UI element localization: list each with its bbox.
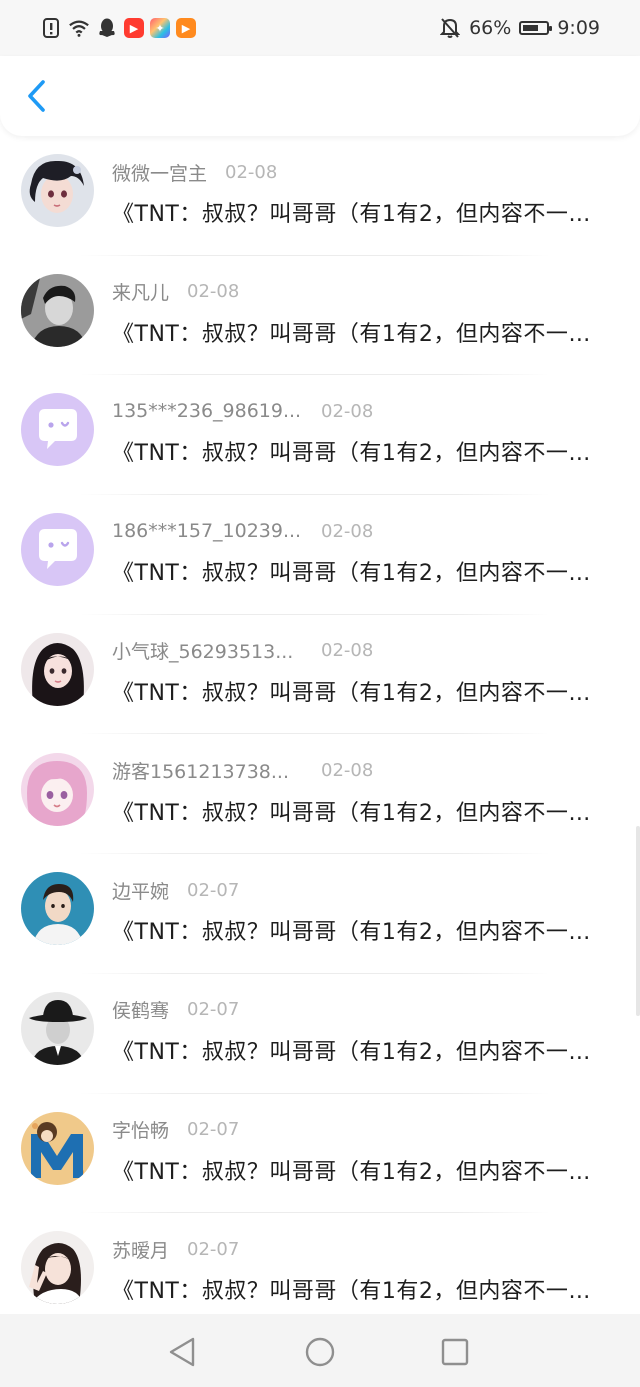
comment-date: 02-07: [187, 999, 240, 1021]
back-button[interactable]: [18, 76, 54, 116]
header: [0, 56, 640, 136]
clock: 9:09: [557, 17, 600, 39]
username[interactable]: 侯鹤骞: [112, 996, 169, 1023]
comment-date: 02-08: [187, 281, 240, 303]
comment-meta: 边平婉 02-07: [112, 876, 239, 904]
user-avatar[interactable]: [21, 632, 94, 706]
status-bar-right: 66% 9:09: [439, 14, 600, 42]
comment-text[interactable]: 《TNT：叔叔？叫哥哥（有1有2，但内容不一样）》: [112, 1034, 612, 1066]
comment-row[interactable]: 字怡畅 02-07 《TNT：叔叔？叫哥哥（有1有2，但内容不一样）》: [0, 1094, 640, 1214]
comment-date: 02-08: [225, 161, 278, 183]
comment-meta: 侯鹤骞 02-07: [112, 996, 239, 1024]
username[interactable]: 苏暧月: [112, 1236, 169, 1263]
comment-date: 02-07: [187, 1238, 240, 1260]
username[interactable]: 135***236_98619...: [112, 400, 301, 422]
comment-row[interactable]: 苏暧月 02-07 《TNT：叔叔？叫哥哥（有1有2，但内容不一样）》: [0, 1213, 640, 1314]
username[interactable]: 186***157_10239...: [112, 520, 301, 542]
user-avatar[interactable]: [21, 1231, 94, 1305]
app-icon-red: ▶: [124, 18, 144, 38]
comment-text[interactable]: 《TNT：叔叔？叫哥哥（有1有2，但内容不一样）》: [112, 795, 612, 827]
nav-back-button[interactable]: [164, 1334, 200, 1370]
battery-level: [523, 25, 538, 31]
comment-meta: 苏暧月 02-07: [112, 1235, 239, 1263]
comment-text[interactable]: 《TNT：叔叔？叫哥哥（有1有2，但内容不一样）》: [112, 196, 612, 228]
status-bar-left: ▶ ✦ ▶: [40, 14, 196, 42]
comment-date: 02-07: [187, 879, 240, 901]
triangle-back-icon: [169, 1337, 195, 1367]
system-nav-bar: [0, 1314, 640, 1387]
app-icon-multicolor: ✦: [150, 18, 170, 38]
scrollbar[interactable]: [636, 826, 640, 1016]
user-avatar[interactable]: [21, 752, 94, 826]
user-avatar[interactable]: [21, 991, 94, 1065]
wifi-icon: [68, 17, 90, 39]
user-avatar[interactable]: [21, 154, 94, 227]
comment-row[interactable]: 边平婉 02-07 《TNT：叔叔？叫哥哥（有1有2，但内容不一样）》: [0, 854, 640, 974]
comment-row[interactable]: 侯鹤骞 02-07 《TNT：叔叔？叫哥哥（有1有2，但内容不一样）》: [0, 974, 640, 1094]
comment-date: 02-08: [321, 640, 374, 662]
comment-meta: 135***236_98619... 02-08: [112, 397, 373, 425]
comment-text[interactable]: 《TNT：叔叔？叫哥哥（有1有2，但内容不一样）》: [112, 555, 612, 587]
comment-text[interactable]: 《TNT：叔叔？叫哥哥（有1有2，但内容不一样）》: [112, 1273, 612, 1305]
comment-list[interactable]: 微微一宫主 02-08 《TNT：叔叔？叫哥哥（有1有2，但内容不一样）》 来凡儿 02…: [0, 136, 640, 1314]
nav-recents-button[interactable]: [437, 1334, 473, 1370]
comment-row[interactable]: 小气球_56293513... 02-08 《TNT：叔叔？叫哥哥（有1有2，但内容…: [0, 615, 640, 735]
comment-text[interactable]: 《TNT：叔叔？叫哥哥（有1有2，但内容不一样）》: [112, 675, 612, 707]
user-avatar[interactable]: [21, 872, 94, 946]
comment-date: 02-08: [321, 520, 374, 542]
comment-text[interactable]: 《TNT：叔叔？叫哥哥（有1有2，但内容不一样）》: [112, 316, 612, 348]
comment-meta: 来凡儿 02-08: [112, 278, 239, 306]
alert-icon: [40, 17, 62, 39]
battery-percent: 66%: [469, 17, 512, 39]
username[interactable]: 微微一宫主: [112, 159, 207, 186]
comment-date: 02-08: [321, 400, 374, 422]
comment-meta: 字怡畅 02-07: [112, 1116, 239, 1144]
user-avatar[interactable]: [21, 513, 94, 587]
comment-meta: 186***157_10239... 02-08: [112, 517, 373, 545]
user-avatar[interactable]: [21, 393, 94, 467]
app-icon-orange-play: ▶: [176, 18, 196, 38]
username[interactable]: 小气球_56293513...: [112, 637, 293, 664]
comment-row[interactable]: 微微一宫主 02-08 《TNT：叔叔？叫哥哥（有1有2，但内容不一样）》: [0, 136, 640, 256]
status-bar: ▶ ✦ ▶ 66% 9:09: [0, 0, 640, 56]
username[interactable]: 字怡畅: [112, 1116, 169, 1143]
comment-row[interactable]: 186***157_10239... 02-08 《TNT：叔叔？叫哥哥（有1有2，…: [0, 495, 640, 615]
battery-icon: [519, 21, 553, 35]
comment-text[interactable]: 《TNT：叔叔？叫哥哥（有1有2，但内容不一样）》: [112, 435, 612, 467]
circle-home-icon: [305, 1337, 335, 1367]
comment-meta: 小气球_56293513... 02-08: [112, 637, 373, 665]
qq-icon: [96, 17, 118, 39]
comment-text[interactable]: 《TNT：叔叔？叫哥哥（有1有2，但内容不一样）》: [112, 1154, 612, 1186]
username[interactable]: 边平婉: [112, 877, 169, 904]
nav-home-button[interactable]: [302, 1334, 338, 1370]
comment-date: 02-07: [187, 1119, 240, 1141]
comment-row[interactable]: 来凡儿 02-08 《TNT：叔叔？叫哥哥（有1有2，但内容不一样）》: [0, 256, 640, 376]
square-recents-icon: [441, 1338, 469, 1366]
bell-muted-icon: [439, 17, 461, 39]
comment-row[interactable]: 游客1561213738... 02-08 《TNT：叔叔？叫哥哥（有1有2，但内容…: [0, 735, 640, 855]
username[interactable]: 来凡儿: [112, 278, 169, 305]
comment-meta: 游客1561213738... 02-08: [112, 757, 373, 785]
username[interactable]: 游客1561213738...: [112, 757, 289, 784]
comment-date: 02-08: [321, 760, 374, 781]
user-avatar[interactable]: [21, 1111, 94, 1185]
comment-row[interactable]: 135***236_98619... 02-08 《TNT：叔叔？叫哥哥（有1有2，…: [0, 375, 640, 496]
comment-text[interactable]: 《TNT：叔叔？叫哥哥（有1有2，但内容不一样）》: [112, 914, 612, 946]
comment-meta: 微微一宫主 02-08: [112, 158, 277, 186]
user-avatar[interactable]: [21, 273, 94, 347]
chevron-left-icon: [28, 80, 45, 112]
